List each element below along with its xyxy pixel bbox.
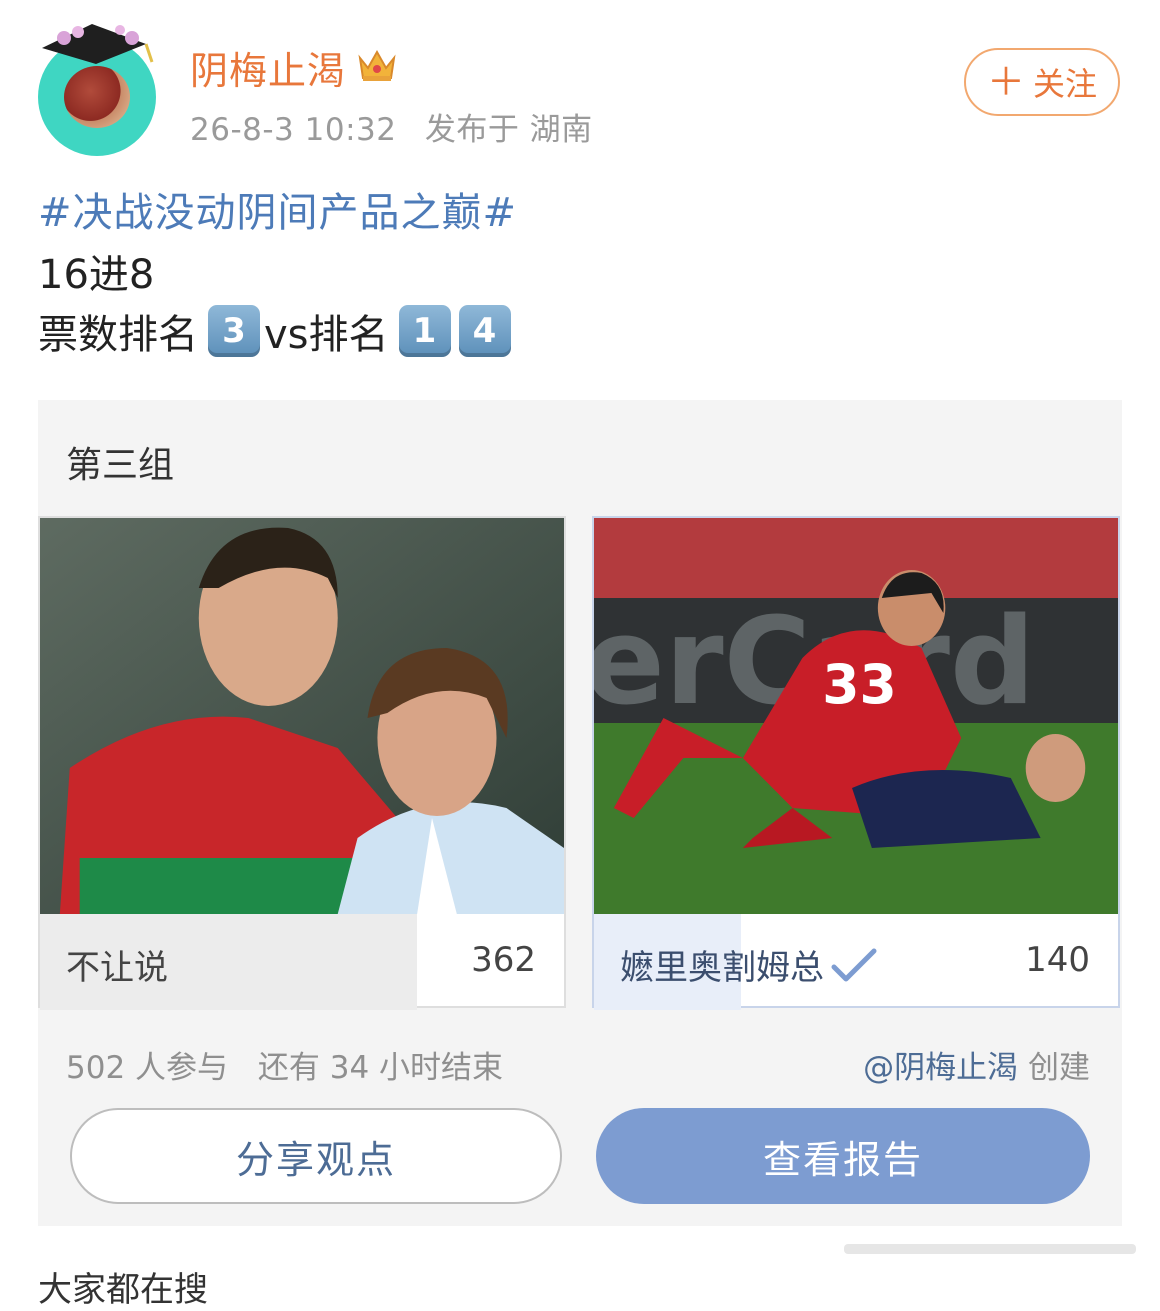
option-photo [40, 518, 564, 914]
option-label: 不让说 [66, 940, 168, 989]
option-result-bar: 不让说 362 [40, 914, 564, 1010]
post-text-line: 票数排名 3 vs排名 1 4 [38, 302, 515, 360]
section-heading-cut: 大家都在搜 [38, 1270, 208, 1310]
option-label-text: 不让说 [66, 948, 168, 988]
view-report-button[interactable]: 查看报告 [596, 1108, 1090, 1204]
graduation-cap-icon [42, 24, 154, 64]
poll-title: 第三组 [66, 445, 175, 486]
share-opinion-button[interactable]: 分享观点 [70, 1108, 562, 1204]
poll-participants: 502 人参与 [66, 1050, 229, 1086]
poll-card: 第三组 不让说 362 33 嬷里奥割姆总 140 502 人参与 还有 34 … [38, 400, 1122, 1226]
author-name[interactable]: 阴梅止渴 [190, 40, 346, 95]
svg-text:33: 33 [822, 653, 897, 716]
crown-icon [358, 49, 396, 81]
poll-creator: @阴梅止渴 创建 [863, 1042, 1090, 1087]
poll-option-1[interactable]: 不让说 362 [38, 516, 566, 1010]
post-location: 发布于 湖南 [424, 112, 593, 148]
option-result-bar: 嬷里奥割姆总 140 [594, 914, 1118, 1010]
creator-mention-link[interactable]: @阴梅止渴 [863, 1050, 1018, 1086]
scroll-indicator [844, 1244, 1136, 1254]
ranking-text: 票数排名 [38, 312, 198, 358]
creator-suffix: 创建 [1028, 1050, 1090, 1086]
keycap-1-emoji: 1 [398, 305, 451, 357]
keycap-3-emoji: 3 [208, 305, 260, 357]
follow-button[interactable]: ＋ 关注 [964, 48, 1120, 116]
keycap-4-emoji: 4 [458, 305, 511, 357]
option-photo: erCard 33 [594, 518, 1118, 914]
poll-remaining-time: 还有 34 小时结束 [257, 1050, 504, 1086]
poll-stats: 502 人参与 还有 34 小时结束 [66, 1042, 523, 1087]
follow-label: 关注 [1033, 65, 1098, 103]
versus-text: vs排名 [264, 312, 389, 358]
check-icon [831, 948, 877, 981]
plus-icon: ＋ [986, 60, 1025, 104]
option-vote-count: 362 [471, 940, 536, 980]
avatar-plums [64, 66, 130, 128]
poll-option-2[interactable]: erCard 33 嬷里奥割姆总 140 [592, 516, 1120, 1010]
option-label: 嬷里奥割姆总 [620, 940, 880, 989]
post-meta: 26-8-3 10:32 发布于 湖南 [190, 104, 611, 149]
post-timestamp: 26-8-3 10:32 [190, 112, 397, 148]
post-text-line: 16进8 [38, 252, 155, 298]
option-label-text: 嬷里奥割姆总 [620, 948, 824, 988]
author-avatar[interactable] [34, 18, 158, 156]
hashtag-link[interactable]: #决战没动阴间产品之巅# [38, 180, 517, 238]
option-vote-count: 140 [1025, 940, 1090, 980]
